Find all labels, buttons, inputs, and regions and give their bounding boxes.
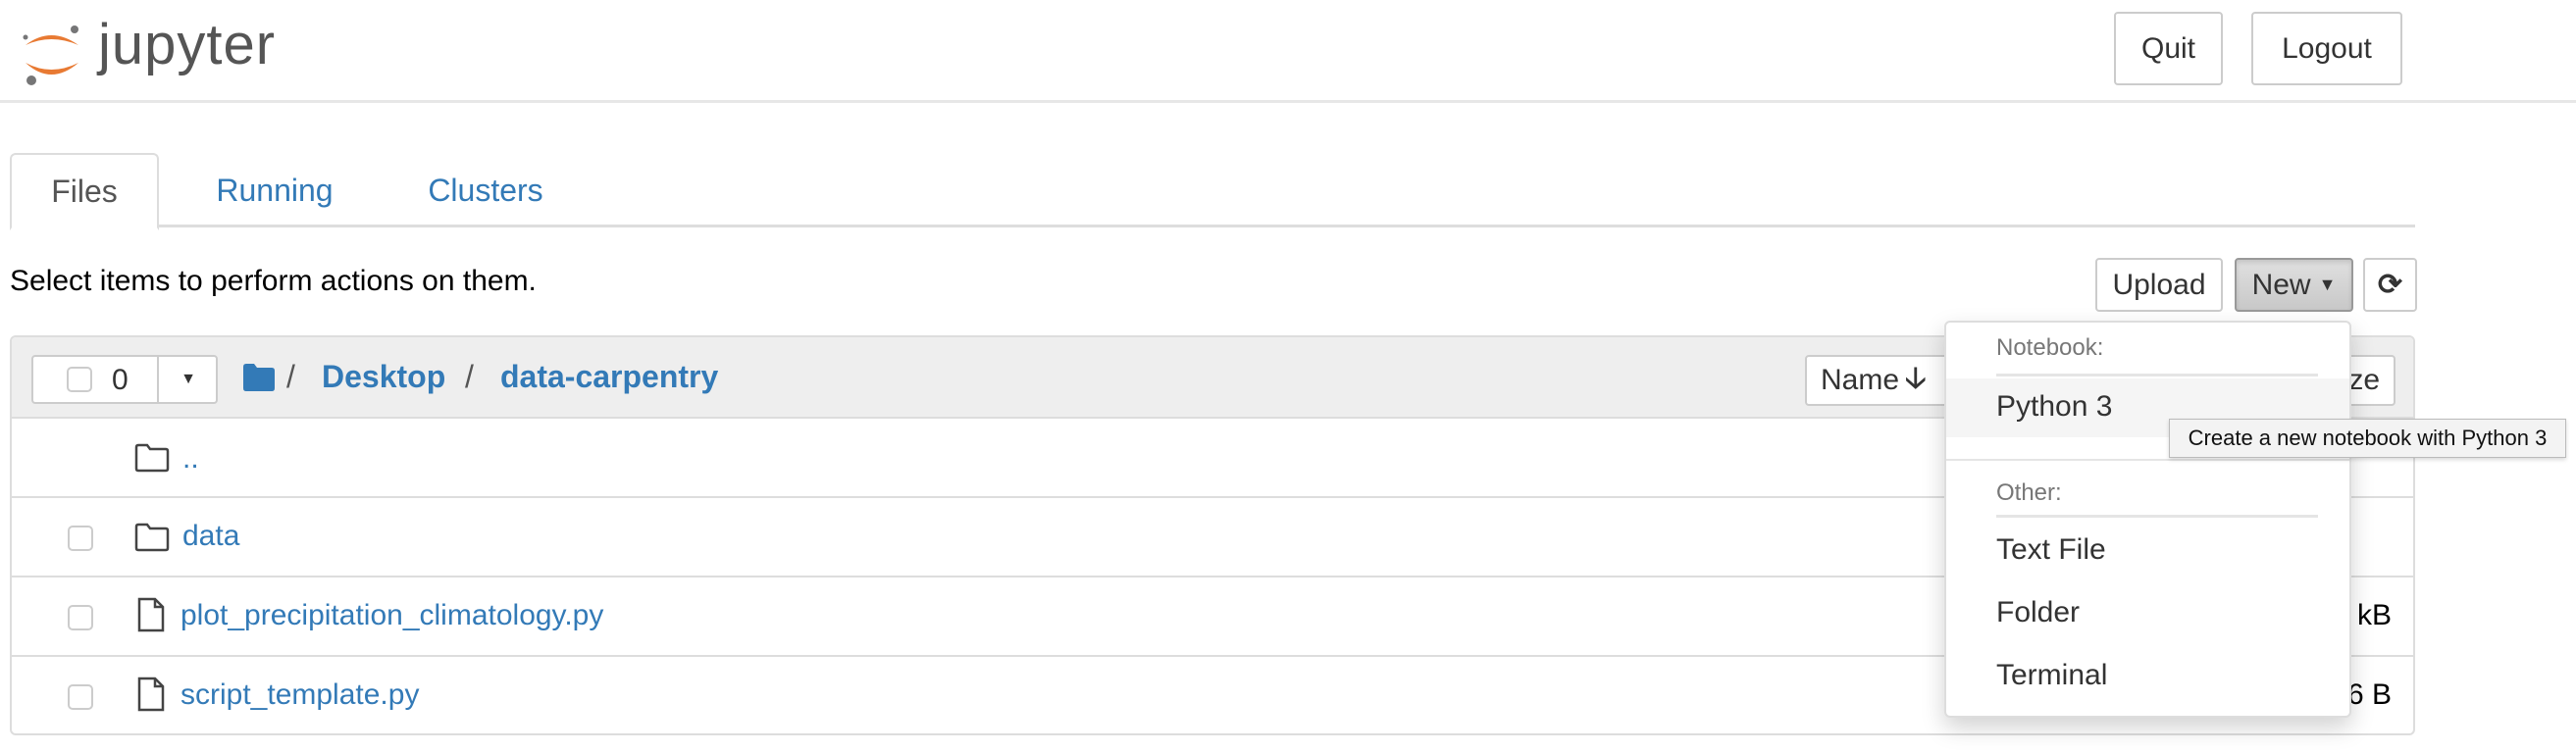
row-checkbox[interactable] [68,605,93,630]
menu-item-folder[interactable]: Folder [1996,596,2080,629]
jupyter-logo[interactable]: jupyter [18,13,292,86]
row-checkbox[interactable] [68,684,93,710]
selection-hint: Select items to perform actions on them. [10,265,537,297]
arrow-down-icon: 🡣 [1905,361,1927,394]
menu-item-python3-label: Python 3 [1996,390,2113,423]
other-header: Other: [1996,479,2062,506]
quit-button[interactable]: Quit [2114,12,2223,85]
caret-down-icon: ▼ [180,371,196,387]
tooltip: Create a new notebook with Python 3 [2169,419,2566,458]
jupyter-logo-icon [23,25,78,85]
file-icon [137,677,165,712]
tab-running[interactable]: Running [186,153,363,227]
new-button[interactable]: New ▼ [2235,258,2353,312]
sort-name-label: Name [1821,364,1900,396]
divider [1996,374,2318,376]
divider [1996,515,2318,518]
tab-files[interactable]: Files [10,153,159,230]
tab-bar: Files Running Clusters [10,153,2415,230]
divider [1946,459,2349,461]
refresh-button[interactable]: ⟳ [2363,258,2417,312]
header: jupyter Quit Logout [0,0,2576,103]
refresh-icon: ⟳ [2377,269,2403,301]
file-name-link[interactable]: script_template.py [180,678,419,712]
new-label: New [2251,268,2311,301]
sort-size-label: ze [2348,364,2380,396]
breadcrumb-separator: / [465,359,474,394]
notebook-header: Notebook: [1996,334,2104,361]
upload-button[interactable]: Upload [2095,258,2223,312]
folder-outline-icon [134,523,170,552]
caret-down-icon: ▼ [2318,275,2337,294]
file-name-link[interactable]: plot_precipitation_climatology.py [180,599,603,632]
select-dropdown-button[interactable]: ▼ [157,357,218,402]
file-name-link[interactable]: .. [182,442,199,476]
sort-name-button[interactable]: Name 🡣 [1805,355,1962,406]
select-all-checkbox[interactable] [67,367,92,392]
logout-button[interactable]: Logout [2251,12,2402,85]
selected-count: 0 [112,364,129,396]
file-size: kB [2356,599,2392,631]
folder-outline-icon [134,443,170,473]
select-all-group: 0 ▼ [31,355,218,404]
breadcrumb-separator: / [286,359,295,394]
file-icon [137,597,165,632]
tab-clusters[interactable]: Clusters [397,153,574,227]
file-size: 6 B [2346,678,2392,711]
breadcrumb-data-carpentry[interactable]: data-carpentry [500,359,718,395]
folder-icon[interactable] [243,364,275,391]
logo-text: jupyter [98,13,277,76]
row-checkbox[interactable] [68,526,93,551]
menu-item-text-file[interactable]: Text File [1996,533,2106,567]
breadcrumb-desktop[interactable]: Desktop [322,359,445,395]
file-name-link[interactable]: data [182,520,239,553]
new-dropdown-menu: Notebook: Python 3 Other: Text File Fold… [1944,321,2351,718]
menu-item-terminal[interactable]: Terminal [1996,659,2107,692]
